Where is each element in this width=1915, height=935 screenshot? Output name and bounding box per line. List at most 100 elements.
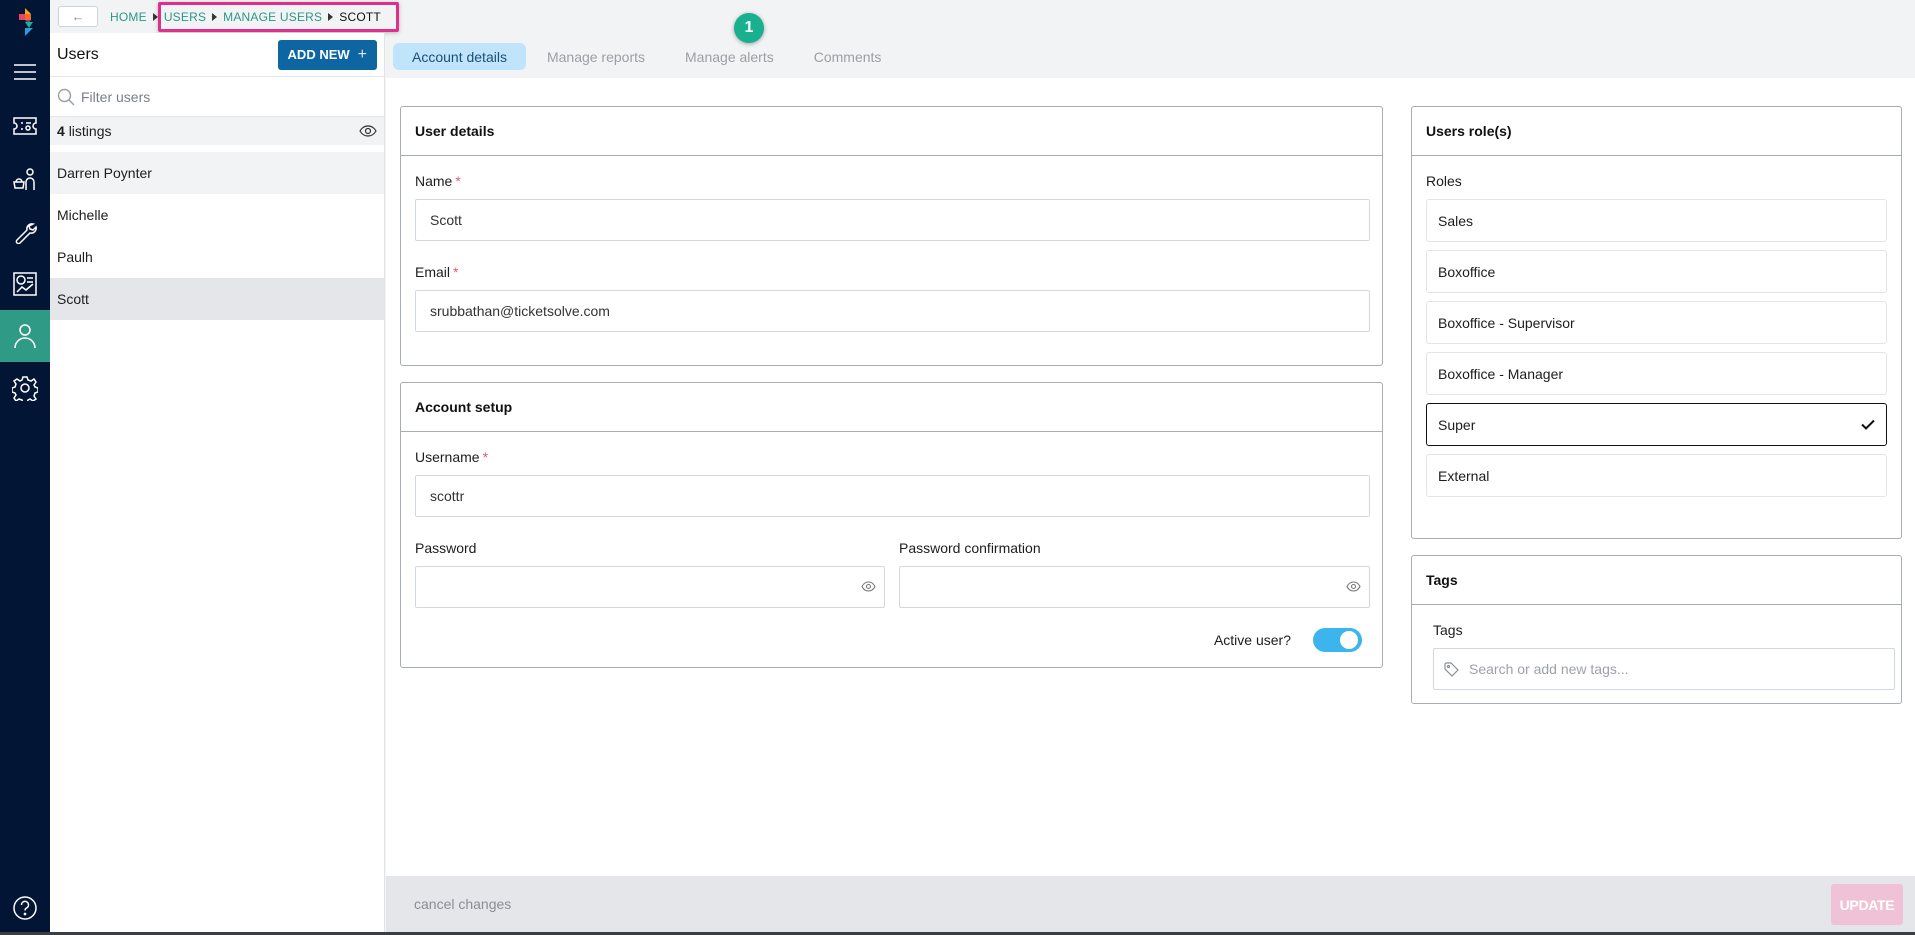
back-button[interactable]: ← [58, 6, 98, 27]
role-label: Boxoffice - Supervisor [1438, 314, 1575, 331]
show-password-confirmation-eye-icon[interactable] [1346, 581, 1361, 592]
email-input[interactable]: srubbathan@ticketsolve.com [415, 290, 1370, 332]
password-confirmation-label: Password confirmation [899, 540, 1041, 556]
customer-basket-icon[interactable] [0, 154, 50, 206]
users-panel-header: Users ADD NEW + [50, 33, 384, 77]
role-label: Boxoffice [1438, 263, 1496, 280]
user-list-item[interactable]: Darren Poynter [50, 152, 384, 194]
tab-bar: Account details Manage reports Manage al… [393, 43, 902, 70]
required-marker: * [453, 264, 459, 280]
nav-rail [0, 0, 50, 935]
role-option-external[interactable]: External [1426, 454, 1887, 497]
user-list-item[interactable]: Michelle [50, 194, 384, 236]
hamburger-menu-icon[interactable] [0, 46, 50, 98]
step-badge: 1 [734, 13, 764, 43]
name-input[interactable]: Scott [415, 199, 1370, 241]
username-label-text: Username [415, 449, 480, 465]
username-input[interactable]: scottr [415, 475, 1370, 517]
listings-count: 4 [57, 123, 65, 139]
role-option-super[interactable]: Super [1426, 403, 1887, 446]
user-roles-title: Users role(s) [1412, 107, 1901, 156]
email-label: Email * [415, 264, 458, 280]
name-label-text: Name [415, 173, 453, 189]
role-option-sales[interactable]: Sales [1426, 199, 1887, 242]
breadcrumb-separator-icon [152, 12, 158, 21]
wrench-icon[interactable] [0, 206, 50, 258]
password-confirmation-input[interactable] [899, 566, 1370, 608]
roles-label: Roles [1426, 173, 1462, 189]
tab-manage-alerts[interactable]: Manage alerts [666, 43, 793, 70]
tab-comments[interactable]: Comments [795, 43, 901, 70]
main-content: User details Name * Scott Email * srubbath… [386, 78, 1915, 876]
user-name: Darren Poynter [57, 165, 152, 181]
update-button[interactable]: UPDATE [1831, 884, 1903, 925]
user-list-item-selected[interactable]: Scott [50, 278, 384, 320]
add-new-user-button[interactable]: ADD NEW + [277, 39, 377, 70]
report-chart-icon[interactable] [0, 258, 50, 310]
user-details-title: User details [401, 107, 1382, 156]
user-name: Michelle [57, 207, 109, 223]
role-label: Super [1438, 416, 1476, 433]
add-new-label: ADD NEW [287, 47, 350, 62]
email-label-text: Email [415, 264, 451, 280]
top-bar: ← HOME USERS MANAGE USERS SCOTT [50, 0, 1915, 33]
username-label: Username * [415, 449, 488, 465]
breadcrumb: HOME USERS MANAGE USERS SCOTT [110, 0, 381, 33]
tab-account-details[interactable]: Account details [393, 43, 526, 70]
help-circle-icon[interactable] [0, 882, 50, 934]
app-logo[interactable] [13, 8, 37, 36]
cancel-changes-link[interactable]: cancel changes [414, 896, 511, 912]
tags-title: Tags [1412, 556, 1901, 605]
active-user-toggle[interactable] [1313, 628, 1362, 652]
role-option-boxoffice[interactable]: Boxoffice [1426, 250, 1887, 293]
breadcrumb-manage-users[interactable]: MANAGE USERS [223, 10, 322, 24]
user-roles-card: Users role(s) Roles Sales Boxoffice Boxo… [1411, 106, 1902, 539]
name-label: Name * [415, 173, 461, 189]
email-value: srubbathan@ticketsolve.com [430, 303, 610, 319]
role-label: Sales [1438, 212, 1474, 229]
account-setup-title: Account setup [401, 383, 1382, 432]
tab-manage-reports[interactable]: Manage reports [528, 43, 664, 70]
plus-icon: + [357, 45, 367, 63]
password-input[interactable] [415, 566, 885, 608]
user-icon[interactable] [0, 310, 50, 362]
users-panel-title: Users [57, 45, 99, 63]
tag-icon [1444, 661, 1459, 677]
password-label: Password [415, 540, 477, 556]
tags-field [1433, 648, 1895, 690]
role-option-boxoffice-supervisor[interactable]: Boxoffice - Supervisor [1426, 301, 1887, 344]
user-list-item[interactable]: Paulh [50, 236, 384, 278]
breadcrumb-users[interactable]: USERS [164, 10, 206, 24]
filter-users [50, 77, 384, 117]
role-option-boxoffice-manager[interactable]: Boxoffice - Manager [1426, 352, 1887, 395]
listings-count-text: 4 listings [57, 123, 111, 139]
filter-users-input[interactable] [81, 88, 377, 105]
name-value: Scott [430, 212, 462, 228]
toggle-knob [1340, 631, 1358, 649]
users-panel: Users ADD NEW + 4 listings Darren Poynte… [50, 33, 385, 935]
ticket-icon[interactable] [0, 100, 50, 152]
breadcrumb-current: SCOTT [339, 9, 381, 24]
account-setup-card: Account setup Username * scottr Password … [400, 382, 1383, 668]
gear-icon[interactable] [0, 362, 50, 414]
listings-label: listings [68, 123, 112, 139]
user-list: Darren Poynter Michelle Paulh Scott [50, 152, 384, 320]
footer-bar: cancel changes UPDATE [386, 876, 1915, 932]
username-value: scottr [430, 488, 465, 504]
tags-card: Tags Tags [1411, 555, 1902, 704]
checkmark-icon [1861, 419, 1875, 430]
show-password-eye-icon[interactable] [861, 581, 876, 592]
tags-input[interactable] [1469, 661, 1884, 677]
search-icon [57, 88, 75, 105]
required-marker: * [455, 173, 461, 189]
breadcrumb-home[interactable]: HOME [110, 10, 147, 24]
tags-label: Tags [1433, 622, 1463, 638]
required-marker: * [482, 449, 489, 465]
breadcrumb-separator-icon [328, 12, 334, 21]
eye-icon[interactable] [359, 125, 377, 137]
active-user-label: Active user? [1213, 632, 1291, 648]
role-label: External [1438, 467, 1490, 484]
user-name: Paulh [57, 249, 93, 265]
active-user-row: Active user? [1214, 628, 1362, 652]
role-label: Boxoffice - Manager [1438, 365, 1564, 382]
